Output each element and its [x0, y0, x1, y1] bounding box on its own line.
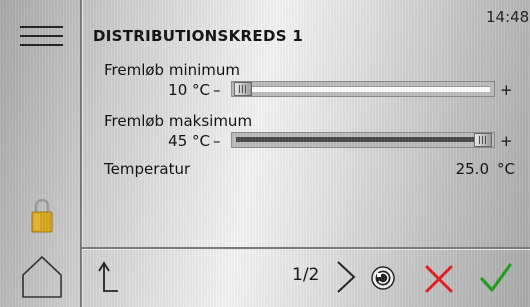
sidebar-divider: [80, 0, 82, 307]
setting-value-flow-max: 45 °C: [168, 132, 210, 150]
setting-value-flow-min: 10 °C: [168, 81, 210, 99]
checkmark-icon[interactable]: [479, 262, 513, 294]
clock: 14:48: [486, 8, 530, 26]
increase-flow-min-button[interactable]: +: [500, 81, 513, 99]
slider-track-empty: [252, 86, 490, 92]
slider-thumb[interactable]: [474, 133, 492, 147]
setting-label-flow-min: Fremløb minimum: [104, 61, 241, 79]
setting-label-flow-max: Fremløb maksimum: [104, 112, 253, 130]
hamburger-menu-icon[interactable]: [20, 26, 63, 46]
flow-min-slider[interactable]: [231, 81, 495, 97]
slider-track-filled: [236, 137, 474, 142]
decrease-flow-min-button[interactable]: –: [213, 81, 221, 99]
page-indicator: 1/2: [292, 265, 320, 285]
flow-max-slider[interactable]: [231, 132, 495, 148]
footer-divider: [82, 247, 530, 249]
increase-flow-max-button[interactable]: +: [500, 132, 513, 150]
decrease-flow-max-button[interactable]: –: [213, 132, 221, 150]
up-arrow-icon[interactable]: [96, 260, 120, 294]
page-title: DISTRIBUTIONSKREDS 1: [93, 27, 304, 45]
slider-thumb[interactable]: [234, 82, 252, 96]
screen: 14:48 DISTRIBUTIONSKREDS 1 Fremløb minim…: [0, 0, 530, 307]
temperature-unit: °C: [497, 160, 515, 178]
reset-icon[interactable]: [371, 266, 395, 290]
chevron-right-icon[interactable]: [336, 260, 356, 294]
sidebar: [0, 0, 80, 307]
home-icon[interactable]: [21, 255, 63, 299]
temperature-label: Temperatur: [104, 160, 191, 178]
cross-icon[interactable]: [424, 264, 454, 294]
padlock-icon: [31, 198, 53, 233]
temperature-value: 25.0: [455, 160, 489, 178]
